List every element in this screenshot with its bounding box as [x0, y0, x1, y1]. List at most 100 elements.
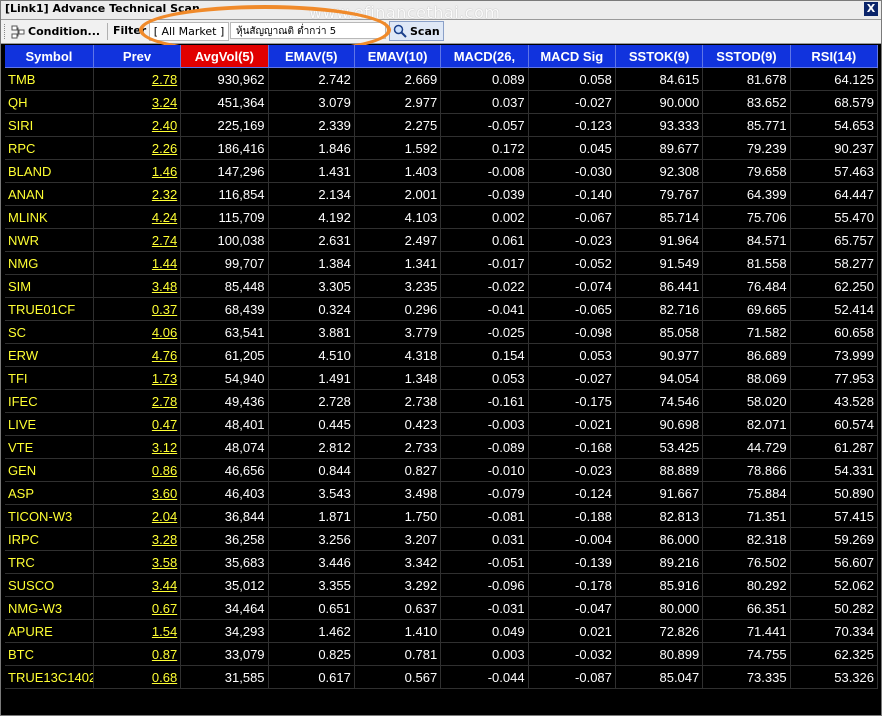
symbol-cell[interactable]: GEN: [5, 458, 94, 482]
symbol-cell[interactable]: MLINK: [5, 205, 94, 229]
prev-link[interactable]: 3.12: [93, 435, 182, 459]
table-row[interactable]: TRUE13C1402 0.68 31,585 0.617 0.567 -0.044 -0.…: [5, 665, 879, 689]
symbol-cell[interactable]: LIVE: [5, 412, 94, 436]
table-row[interactable]: LIVE 0.47 48,401 0.445 0.423 -0.003 -0.021 90.6…: [5, 412, 879, 436]
column-header[interactable]: AvgVol(5): [180, 45, 269, 68]
symbol-cell[interactable]: ANAN: [5, 182, 94, 206]
prev-link[interactable]: 0.86: [93, 458, 182, 482]
symbol-cell[interactable]: TICON-W3: [5, 504, 94, 528]
symbol-cell[interactable]: TRUE01CF: [5, 297, 94, 321]
table-row[interactable]: MLINK 4.24 115,709 4.192 4.103 0.002 -0.067 85.…: [5, 205, 879, 229]
prev-link[interactable]: 2.40: [93, 113, 182, 137]
prev-link[interactable]: 2.26: [93, 136, 182, 160]
prev-link[interactable]: 3.44: [93, 573, 182, 597]
prev-link[interactable]: 3.60: [93, 481, 182, 505]
symbol-cell[interactable]: BLAND: [5, 159, 94, 183]
prev-link[interactable]: 2.32: [93, 182, 182, 206]
table-row[interactable]: ERW 4.76 61,205 4.510 4.318 0.154 0.053 90.977 8…: [5, 343, 879, 367]
prev-link[interactable]: 3.48: [93, 274, 182, 298]
table-row[interactable]: NMG-W3 0.67 34,464 0.651 0.637 -0.031 -0.047 80…: [5, 596, 879, 620]
table-row[interactable]: BLAND 1.46 147,296 1.431 1.403 -0.008 -0.030 92…: [5, 159, 879, 183]
prev-link[interactable]: 2.74: [93, 228, 182, 252]
symbol-cell[interactable]: NMG-W3: [5, 596, 94, 620]
table-row[interactable]: NWR 2.74 100,038 2.631 2.497 0.061 -0.023 91.96…: [5, 228, 879, 252]
prev-link[interactable]: 2.78: [93, 389, 182, 413]
prev-link[interactable]: 4.06: [93, 320, 182, 344]
scan-button[interactable]: Scan: [389, 21, 444, 41]
symbol-cell[interactable]: SC: [5, 320, 94, 344]
column-header[interactable]: SSTOK(9): [615, 45, 704, 68]
column-header[interactable]: RSI(14): [790, 45, 879, 68]
prev-link[interactable]: 3.24: [93, 90, 182, 114]
table-row[interactable]: QH 3.24 451,364 3.079 2.977 0.037 -0.027 90.000…: [5, 90, 879, 114]
column-header[interactable]: EMAV(10): [354, 45, 442, 68]
value-cell: 93.333: [615, 113, 704, 137]
condition-button[interactable]: Condition...: [11, 22, 100, 41]
symbol-cell[interactable]: TRUE13C1402: [5, 665, 94, 689]
table-row[interactable]: NMG 1.44 99,707 1.384 1.341 -0.017 -0.052 91.54…: [5, 251, 879, 275]
prev-link[interactable]: 0.67: [93, 596, 182, 620]
table-row[interactable]: TMB 2.78 930,962 2.742 2.669 0.089 0.058 84.615…: [5, 67, 879, 91]
prev-link[interactable]: 0.87: [93, 642, 182, 666]
symbol-cell[interactable]: NWR: [5, 228, 94, 252]
symbol-cell[interactable]: TFI: [5, 366, 94, 390]
column-header[interactable]: MACD Sig: [528, 45, 616, 68]
table-row[interactable]: GEN 0.86 46,656 0.844 0.827 -0.010 -0.023 88.88…: [5, 458, 879, 482]
table-row[interactable]: BTC 0.87 33,079 0.825 0.781 0.003 -0.032 80.899…: [5, 642, 879, 666]
table-row[interactable]: APURE 1.54 34,293 1.462 1.410 0.049 0.021 72.82…: [5, 619, 879, 643]
close-button[interactable]: X: [864, 2, 878, 16]
symbol-cell[interactable]: SUSCO: [5, 573, 94, 597]
title-bar[interactable]: [Link1] Advance Technical Scan X: [1, 1, 881, 20]
table-row[interactable]: VTE 3.12 48,074 2.812 2.733 -0.089 -0.168 53.42…: [5, 435, 879, 459]
table-row[interactable]: ANAN 2.32 116,854 2.134 2.001 -0.039 -0.140 79.…: [5, 182, 879, 206]
toolbar-grip[interactable]: [4, 24, 8, 39]
symbol-cell[interactable]: IRPC: [5, 527, 94, 551]
table-row[interactable]: IRPC 3.28 36,258 3.256 3.207 0.031 -0.004 86.00…: [5, 527, 879, 551]
table-row[interactable]: RPC 2.26 186,416 1.846 1.592 0.172 0.045 89.677…: [5, 136, 879, 160]
column-header[interactable]: EMAV(5): [268, 45, 355, 68]
table-row[interactable]: SIRI 2.40 225,169 2.339 2.275 -0.057 -0.123 93.…: [5, 113, 879, 137]
prev-link[interactable]: 2.04: [93, 504, 182, 528]
symbol-cell[interactable]: ERW: [5, 343, 94, 367]
market-filter-select[interactable]: [ All Market ]: [149, 22, 229, 41]
prev-link[interactable]: 0.37: [93, 297, 182, 321]
symbol-cell[interactable]: TMB: [5, 67, 94, 91]
table-row[interactable]: SC 4.06 63,541 3.881 3.779 -0.025 -0.098 85.058…: [5, 320, 879, 344]
column-header[interactable]: Prev: [93, 45, 182, 68]
prev-link[interactable]: 4.76: [93, 343, 182, 367]
symbol-cell[interactable]: ASP: [5, 481, 94, 505]
table-row[interactable]: SIM 3.48 85,448 3.305 3.235 -0.022 -0.074 86.44…: [5, 274, 879, 298]
table-row[interactable]: TFI 1.73 54,940 1.491 1.348 0.053 -0.027 94.054…: [5, 366, 879, 390]
table-row[interactable]: TICON-W3 2.04 36,844 1.871 1.750 -0.081 -0.188…: [5, 504, 879, 528]
prev-link[interactable]: 1.54: [93, 619, 182, 643]
condition-filter-select[interactable]: หุ้นสัญญาณติ ต่ำกว่า 5: [230, 22, 386, 39]
prev-link[interactable]: 2.78: [93, 67, 182, 91]
table-row[interactable]: IFEC 2.78 49,436 2.728 2.738 -0.161 -0.175 74.5…: [5, 389, 879, 413]
prev-link[interactable]: 1.73: [93, 366, 182, 390]
symbol-cell[interactable]: QH: [5, 90, 94, 114]
prev-link[interactable]: 4.24: [93, 205, 182, 229]
symbol-cell[interactable]: VTE: [5, 435, 94, 459]
prev-link[interactable]: 0.68: [93, 665, 182, 689]
table-row[interactable]: SUSCO 3.44 35,012 3.355 3.292 -0.096 -0.178 85.…: [5, 573, 879, 597]
value-cell: 90.977: [615, 343, 704, 367]
symbol-cell[interactable]: SIM: [5, 274, 94, 298]
column-header[interactable]: SSTOD(9): [702, 45, 791, 68]
prev-link[interactable]: 3.58: [93, 550, 182, 574]
column-header[interactable]: Symbol: [5, 45, 94, 68]
prev-link[interactable]: 1.44: [93, 251, 182, 275]
table-row[interactable]: TRUE01CF 0.37 68,439 0.324 0.296 -0.041 -0.065…: [5, 297, 879, 321]
prev-link[interactable]: 3.28: [93, 527, 182, 551]
symbol-cell[interactable]: BTC: [5, 642, 94, 666]
symbol-cell[interactable]: RPC: [5, 136, 94, 160]
symbol-cell[interactable]: APURE: [5, 619, 94, 643]
column-header[interactable]: MACD(26,: [440, 45, 529, 68]
table-row[interactable]: TRC 3.58 35,683 3.446 3.342 -0.051 -0.139 89.21…: [5, 550, 879, 574]
symbol-cell[interactable]: TRC: [5, 550, 94, 574]
symbol-cell[interactable]: IFEC: [5, 389, 94, 413]
prev-link[interactable]: 0.47: [93, 412, 182, 436]
symbol-cell[interactable]: SIRI: [5, 113, 94, 137]
table-row[interactable]: ASP 3.60 46,403 3.543 3.498 -0.079 -0.124 91.66…: [5, 481, 879, 505]
symbol-cell[interactable]: NMG: [5, 251, 94, 275]
prev-link[interactable]: 1.46: [93, 159, 182, 183]
